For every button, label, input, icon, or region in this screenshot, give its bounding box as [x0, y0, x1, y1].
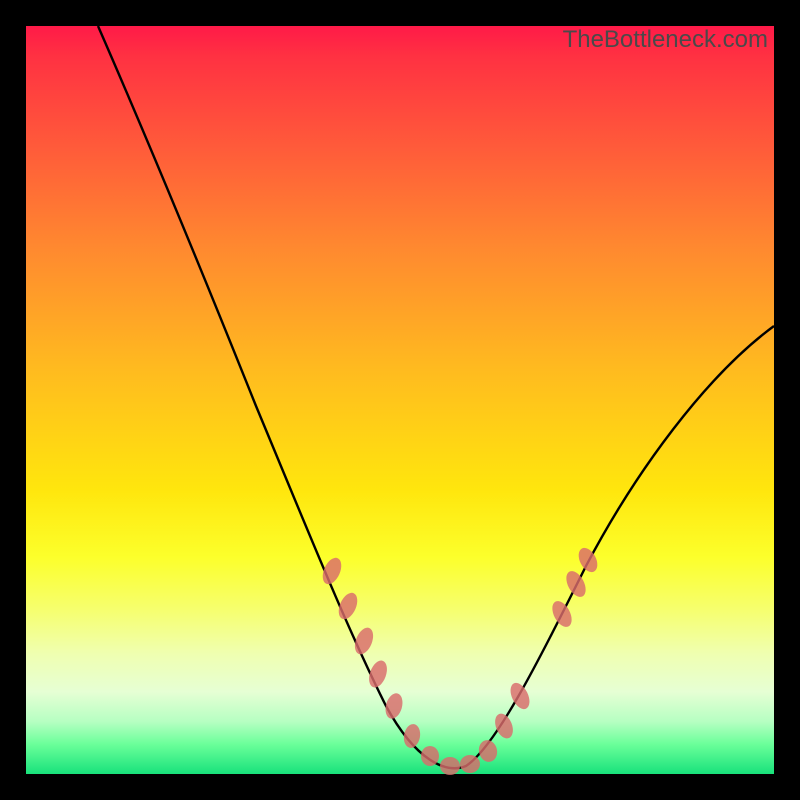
chart-svg	[26, 26, 774, 774]
bead	[319, 555, 345, 587]
outer-frame: TheBottleneck.com	[0, 0, 800, 800]
bead	[492, 711, 517, 741]
bead	[562, 568, 589, 600]
bead	[575, 545, 601, 575]
bottleneck-curve-path	[98, 26, 774, 768]
bead	[548, 598, 575, 630]
highlight-beads-group	[319, 545, 601, 775]
bead	[383, 691, 406, 720]
bead	[440, 757, 460, 775]
bead	[477, 738, 500, 764]
bead	[402, 723, 422, 749]
bead	[421, 746, 439, 766]
bead	[460, 755, 480, 773]
plot-area: TheBottleneck.com	[26, 26, 774, 774]
